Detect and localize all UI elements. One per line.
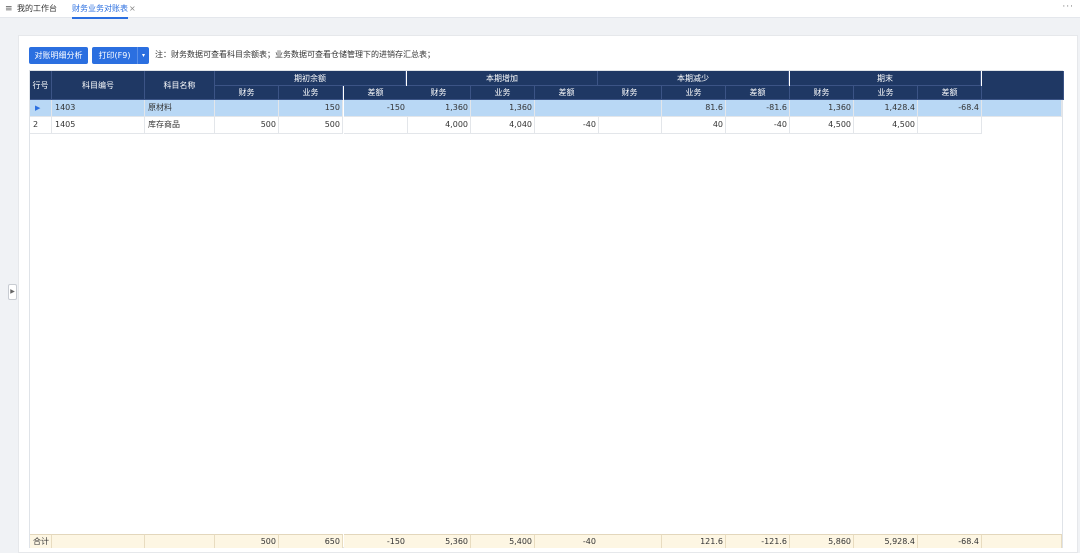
chevron-right-icon[interactable]: ▶: [8, 284, 17, 300]
name-cell[interactable]: 原材料: [145, 100, 215, 117]
top-tab-bar: ≡ 我的工作台 财务业务对账表 × ···: [0, 0, 1080, 19]
footer-value-cell: 5,928.4: [854, 534, 918, 548]
value-cell[interactable]: 4,500: [854, 117, 918, 134]
footer-label: 合计: [30, 534, 52, 548]
value-cell[interactable]: 4,000: [407, 117, 471, 134]
header-code[interactable]: 科目编号: [52, 71, 145, 100]
header-sub[interactable]: 财务: [407, 86, 471, 100]
header-sub[interactable]: 差额: [918, 86, 982, 100]
header-sub[interactable]: 差额: [535, 86, 599, 100]
header-sub[interactable]: 差额: [726, 86, 790, 100]
value-cell[interactable]: -81.6: [726, 100, 790, 117]
header-sub[interactable]: 财务: [598, 86, 662, 100]
value-cell[interactable]: 150: [279, 100, 343, 117]
header-sub[interactable]: 业务: [279, 86, 343, 100]
header-group[interactable]: 本期减少: [598, 71, 789, 86]
value-cell[interactable]: [344, 117, 408, 134]
more-icon[interactable]: ···: [1062, 2, 1074, 12]
header-sub[interactable]: 业务: [662, 86, 726, 100]
footer-filler: [982, 534, 1062, 548]
header-sub[interactable]: 业务: [854, 86, 918, 100]
value-cell[interactable]: 4,040: [471, 117, 535, 134]
header-sub[interactable]: 差额: [344, 86, 408, 100]
close-icon[interactable]: ×: [129, 4, 136, 14]
value-cell[interactable]: 4,500: [790, 117, 854, 134]
reconcile-analysis-button[interactable]: 对账明细分析: [29, 47, 88, 64]
reconciliation-table: 行号 科目编号 科目名称 期初余额 财务 业务 差额 本期增加 财务 业务 差额 本期减少 财务 业务 差额…: [29, 70, 1064, 548]
footer-value-cell: -150: [344, 534, 408, 548]
header-group[interactable]: 期末: [790, 71, 981, 86]
code-cell[interactable]: 1405: [52, 117, 145, 134]
header-row-no[interactable]: 行号: [30, 71, 52, 100]
note-text: 注：财务数据可查看科目余额表；业务数据可查看仓储管理下的进销存汇总表；: [155, 50, 435, 59]
tab-reconciliation[interactable]: 财务业务对账表: [72, 4, 128, 19]
footer-empty: [145, 534, 215, 548]
print-dropdown-button[interactable]: ▾: [137, 47, 149, 64]
value-cell[interactable]: 500: [215, 117, 279, 134]
value-cell[interactable]: [535, 100, 599, 117]
footer-value-cell: -68.4: [918, 534, 982, 548]
name-cell[interactable]: 库存商品: [145, 117, 215, 134]
value-cell[interactable]: -68.4: [918, 100, 982, 117]
value-cell[interactable]: 40: [662, 117, 726, 134]
footer-value-cell: 5,860: [790, 534, 854, 548]
row-number-cell[interactable]: ▶: [30, 100, 52, 117]
footer-value-cell: [598, 534, 662, 548]
value-cell[interactable]: [598, 100, 662, 117]
footer-value-cell: 650: [279, 534, 343, 548]
value-cell[interactable]: [918, 117, 982, 134]
footer-value-cell: 5,400: [471, 534, 535, 548]
print-button[interactable]: 打印(F9): [92, 47, 137, 64]
tab-home[interactable]: 我的工作台: [17, 4, 57, 14]
value-cell[interactable]: 500: [279, 117, 343, 134]
filter-menu-icon[interactable]: ≡: [5, 4, 13, 14]
play-arrow-icon: ▶: [35, 104, 41, 112]
value-cell[interactable]: 1,360: [407, 100, 471, 117]
footer-value-cell: 500: [215, 534, 279, 548]
value-cell[interactable]: 1,360: [471, 100, 535, 117]
header-sub[interactable]: 财务: [215, 86, 279, 100]
row-number-cell[interactable]: 2: [30, 117, 52, 134]
footer-value-cell: 121.6: [662, 534, 726, 548]
value-cell[interactable]: -150: [344, 100, 408, 117]
value-cell[interactable]: 1,360: [790, 100, 854, 117]
value-cell[interactable]: 81.6: [662, 100, 726, 117]
footer-value-cell: 5,360: [407, 534, 471, 548]
value-cell[interactable]: [598, 117, 662, 134]
value-cell[interactable]: 1,428.4: [854, 100, 918, 117]
header-group[interactable]: 本期增加: [407, 71, 598, 86]
header-name[interactable]: 科目名称: [145, 71, 215, 100]
header-filler: [982, 71, 1064, 100]
value-cell[interactable]: [215, 100, 279, 117]
code-cell[interactable]: 1403: [52, 100, 145, 117]
footer-value-cell: -40: [535, 534, 599, 548]
footer-value-cell: -121.6: [726, 534, 790, 548]
value-cell[interactable]: -40: [535, 117, 599, 134]
header-group[interactable]: 期初余额: [215, 71, 406, 86]
header-sub[interactable]: 业务: [471, 86, 535, 100]
footer-empty: [52, 534, 145, 548]
header-sub[interactable]: 财务: [790, 86, 854, 100]
value-cell[interactable]: -40: [726, 117, 790, 134]
selected-row-filler: [982, 100, 1062, 117]
